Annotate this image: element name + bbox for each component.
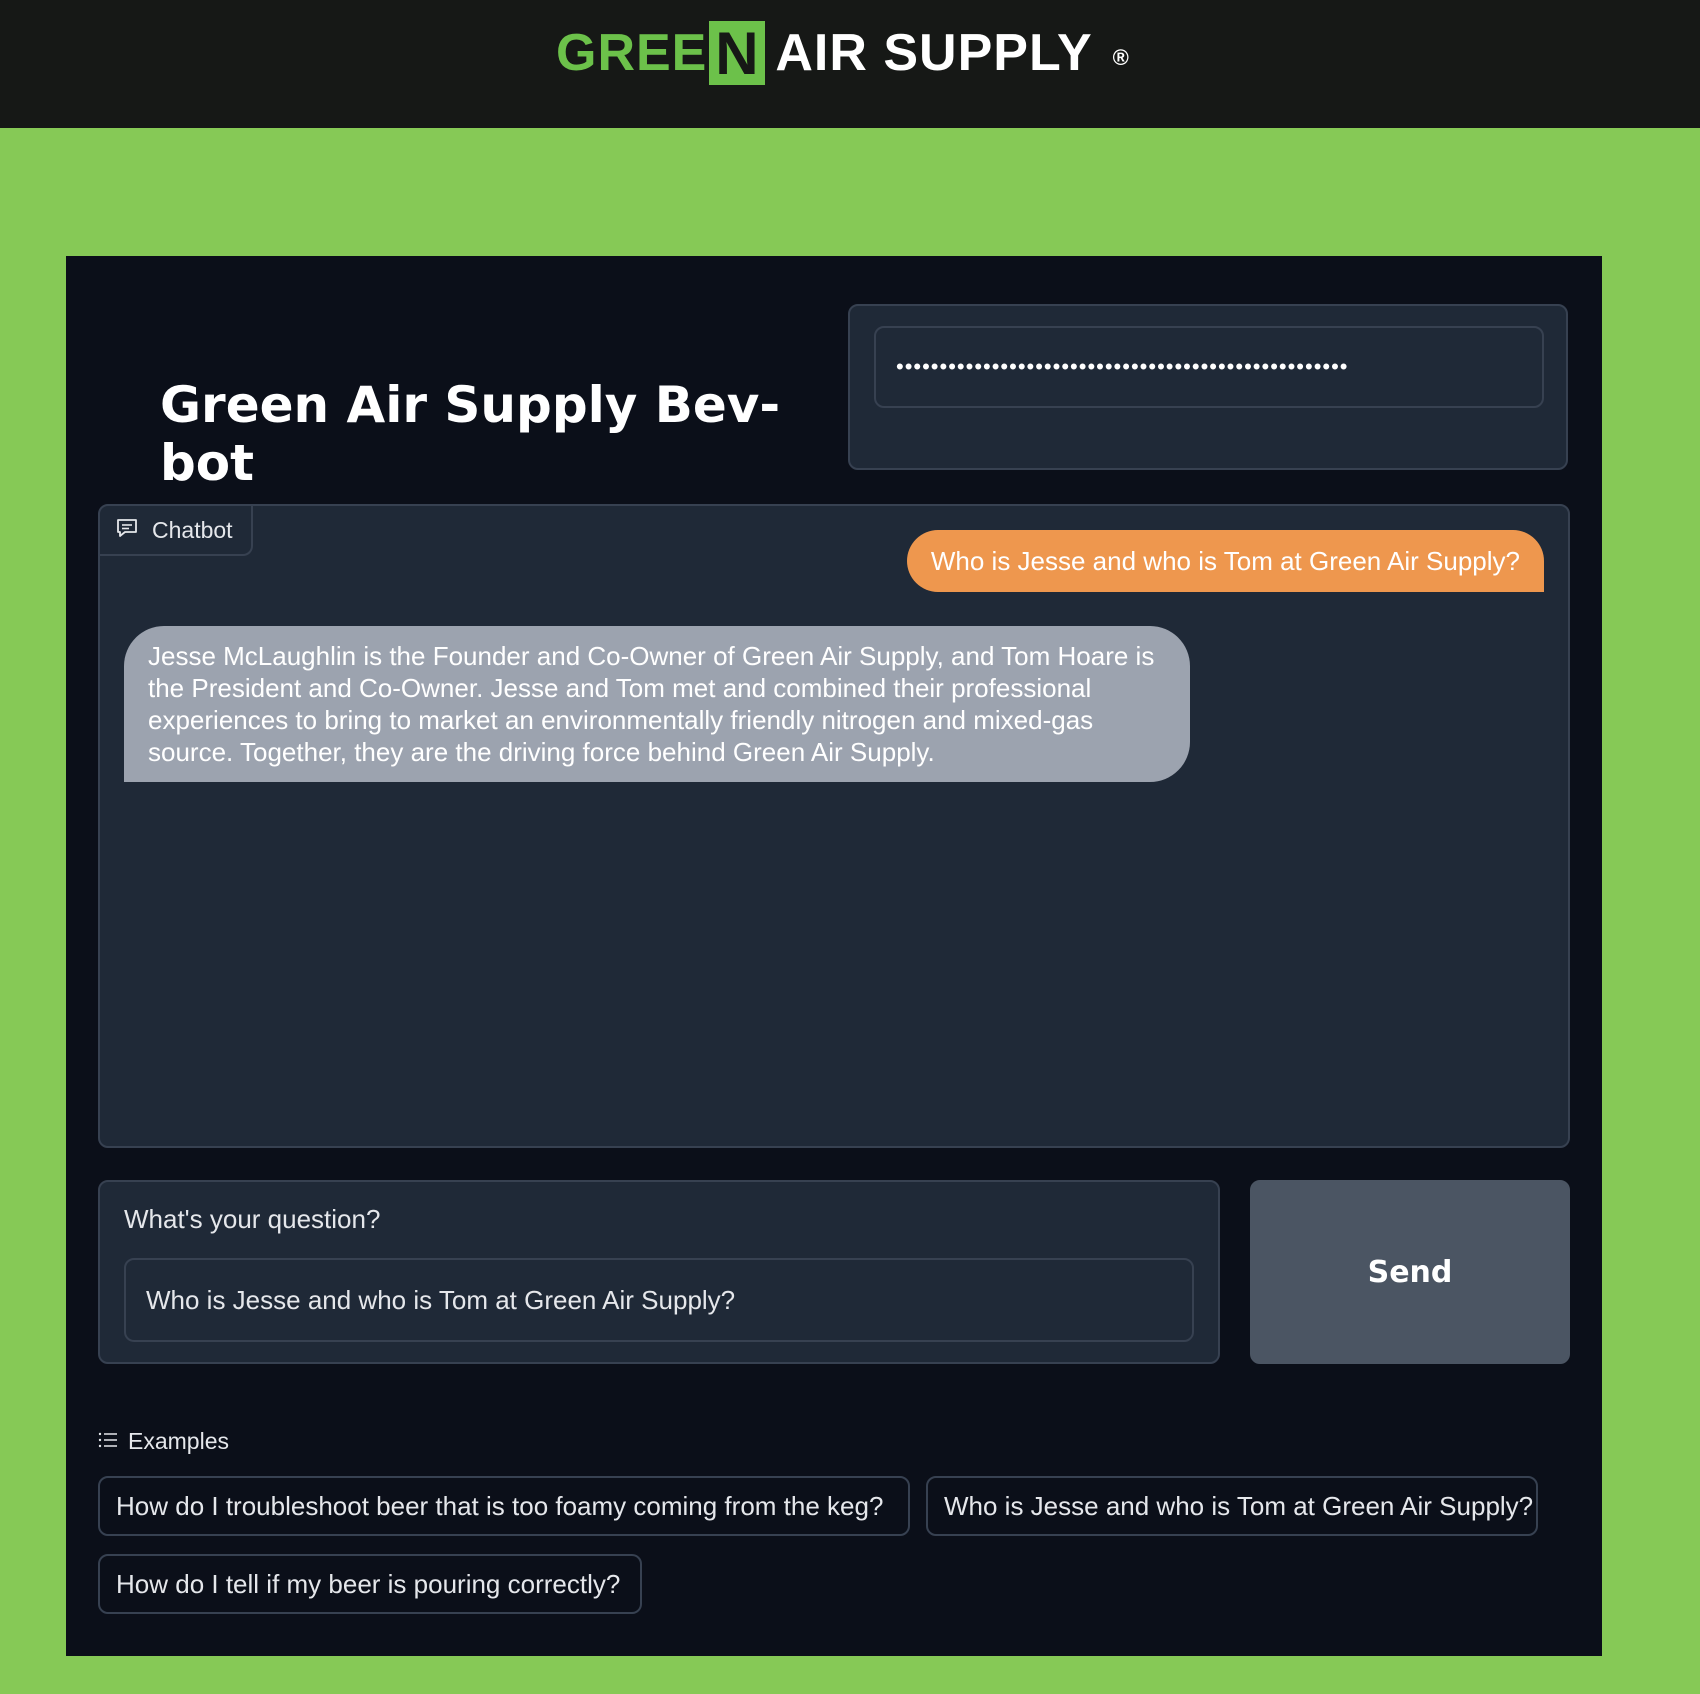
logo-text-white: AIR SUPPLY (775, 24, 1093, 82)
bot-message: Jesse McLaughlin is the Founder and Co-O… (124, 626, 1190, 782)
app-container: Green Air Supply Bev-bot •••••••••••••••… (66, 256, 1602, 1656)
example-item[interactable]: How do I troubleshoot beer that is too f… (98, 1476, 910, 1536)
top-banner: GREE N AIR SUPPLY ® (0, 0, 1700, 128)
chat-bubble-icon (116, 517, 138, 544)
example-item[interactable]: Who is Jesse and who is Tom at Green Air… (926, 1476, 1538, 1536)
page-title: Green Air Supply Bev-bot (160, 376, 781, 492)
examples-header: Examples (98, 1428, 229, 1455)
logo-text-green: GREE (556, 24, 708, 82)
list-icon (98, 1428, 118, 1455)
example-item[interactable]: How do I tell if my beer is pouring corr… (98, 1554, 642, 1614)
chatbot-label-text: Chatbot (152, 516, 233, 543)
api-key-input[interactable]: ••••••••••••••••••••••••••••••••••••••••… (874, 326, 1544, 408)
question-label: What's your question? (124, 1204, 381, 1234)
chatbot-panel: Chatbot Who is Jesse and who is Tom at G… (98, 504, 1570, 1148)
user-message: Who is Jesse and who is Tom at Green Air… (906, 530, 1544, 592)
logo-n-mark: N (709, 21, 766, 87)
api-key-panel: ••••••••••••••••••••••••••••••••••••••••… (848, 304, 1568, 470)
green-air-supply-logo: GREE N AIR SUPPLY ® (556, 18, 1130, 88)
question-panel: What's your question? (98, 1180, 1220, 1364)
send-button[interactable]: Send (1250, 1180, 1570, 1364)
registered-mark: ® (1112, 45, 1130, 70)
question-input[interactable] (124, 1258, 1194, 1342)
examples-label: Examples (128, 1428, 229, 1454)
chatbot-label: Chatbot (100, 506, 253, 556)
